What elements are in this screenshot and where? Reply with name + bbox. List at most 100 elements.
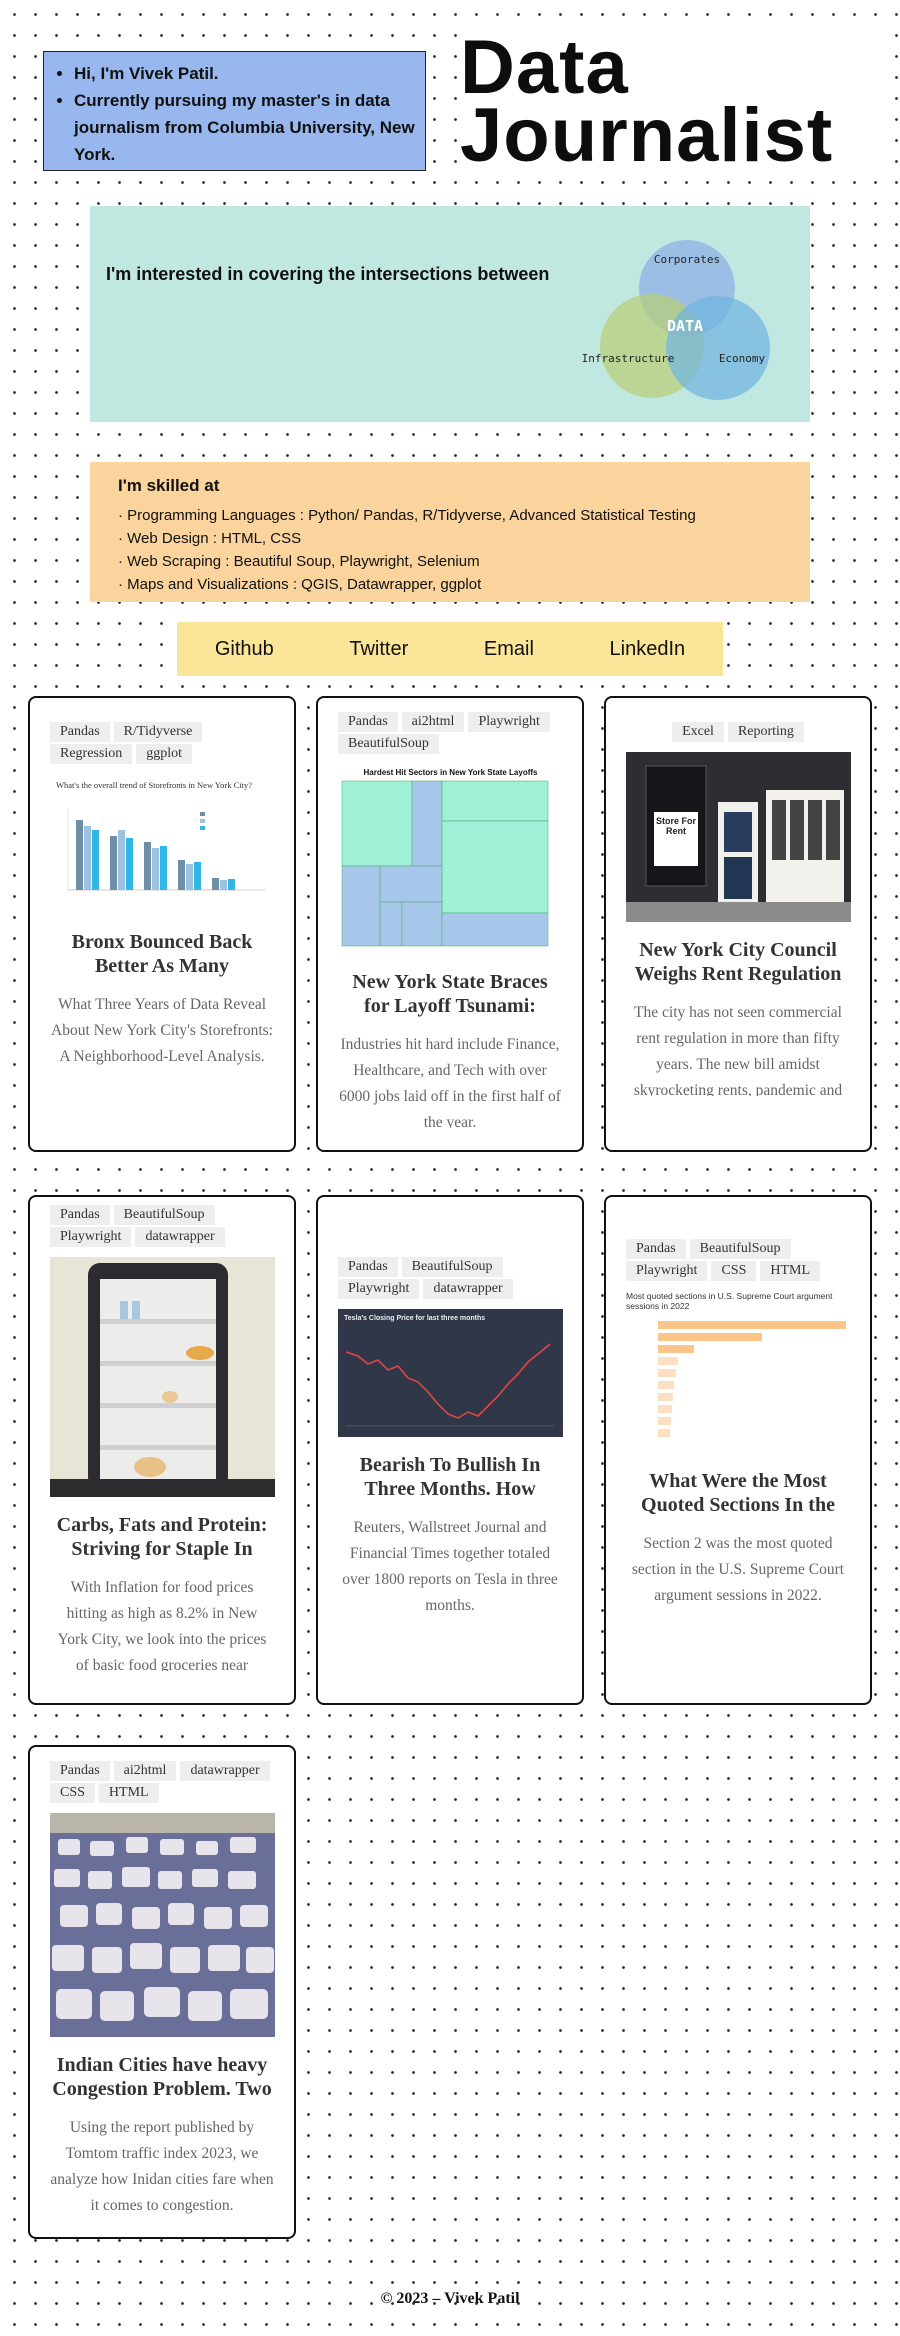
tag: Regression: [50, 744, 133, 764]
tag: datawrapper: [135, 1227, 225, 1247]
skills-title: I'm skilled at: [118, 476, 220, 495]
twitter-link[interactable]: Twitter: [349, 638, 408, 661]
skills-section: I'm skilled at · Programming Languages :…: [90, 462, 810, 602]
tag: Pandas: [338, 1257, 398, 1277]
project-card-supreme-court[interactable]: Pandas BeautifulSoup Playwright CSS HTML…: [604, 1195, 872, 1705]
card-title[interactable]: Carbs, Fats and Protein: Striving for St…: [50, 1513, 274, 1561]
thumbnail-chart-title: What's the overall trend of Storefronts …: [56, 780, 253, 790]
tag-list: Pandas ai2html Playwright BeautifulSoup: [338, 712, 562, 754]
github-link[interactable]: Github: [215, 638, 274, 661]
tag: Playwright: [50, 1227, 132, 1247]
card-title[interactable]: New York City Council Weighs Rent Regula…: [626, 938, 850, 986]
card-description: Section 2 was the most quoted section in…: [631, 1535, 845, 1604]
card-title[interactable]: Indian Cities have heavy Congestion Prob…: [50, 2053, 274, 2101]
hero-title-line1: Data: [460, 25, 629, 110]
email-link[interactable]: Email: [484, 638, 534, 661]
footer-copyright: © 2023 – Vivek Patil: [380, 2290, 520, 2307]
tag: HTML: [760, 1261, 821, 1281]
tag: datawrapper: [180, 1761, 270, 1781]
venn-label-corporates: Corporates: [654, 253, 720, 266]
thumbnail-treemap: [341, 780, 549, 947]
tag: BeautifulSoup: [338, 734, 439, 754]
tag-list: Pandas BeautifulSoup Playwright datawrap…: [338, 1257, 562, 1299]
tag: Playwright: [338, 1279, 420, 1299]
tag: HTML: [98, 1783, 159, 1803]
intro-list: Hi, I'm Vivek Patil. Currently pursuing …: [54, 60, 415, 168]
card-title[interactable]: Bearish To Bullish In Three Months. How: [338, 1453, 562, 1501]
social-links-bar: Github Twitter Email LinkedIn: [177, 622, 723, 676]
tag: datawrapper: [423, 1279, 513, 1299]
tag: ai2html: [401, 712, 465, 732]
card-title[interactable]: What Were the Most Quoted Sections In th…: [626, 1469, 850, 1517]
traffic-photo: [50, 1813, 275, 2037]
fridge-illustration: [50, 1257, 275, 1497]
card-description: With Inflation for food prices hitting a…: [57, 1579, 267, 1671]
thumbnail-line-chart: [345, 1343, 554, 1427]
project-card-food-prices[interactable]: Pandas BeautifulSoup Playwright datawrap…: [28, 1195, 296, 1705]
intro-education: Currently pursuing my master's in data j…: [74, 87, 415, 168]
tag: Pandas: [338, 712, 398, 732]
venn-diagram: Corporates Infrastructure Economy DATA: [582, 240, 770, 400]
card-title[interactable]: Bronx Bounced Back Better As Many: [50, 930, 274, 978]
tag-list: Pandas BeautifulSoup Playwright datawrap…: [50, 1205, 274, 1247]
thumbnail-bar-chart: [67, 808, 265, 891]
card-description: What Three Years of Data Reveal About Ne…: [51, 996, 273, 1065]
skill-line: · Programming Languages : Python/ Pandas…: [118, 507, 696, 524]
project-card-layoffs[interactable]: Pandas ai2html Playwright BeautifulSoup …: [316, 696, 584, 1152]
linkedin-link[interactable]: LinkedIn: [610, 638, 686, 661]
interest-section: I'm interested in covering the intersect…: [90, 206, 810, 422]
card-title[interactable]: New York State Braces for Layoff Tsunami…: [338, 970, 562, 1018]
tag: CSS: [50, 1783, 95, 1803]
project-thumbnail: Tesla's Closing Price for last three mon…: [338, 1309, 563, 1437]
project-thumbnail: What's the overall trend of Storefronts …: [50, 774, 275, 914]
intro-greeting: Hi, I'm Vivek Patil.: [74, 60, 415, 87]
skill-line: · Web Scraping : Beautiful Soup, Playwri…: [118, 553, 480, 570]
thumbnail-chart-title: Tesla's Closing Price for last three mon…: [344, 1315, 486, 1322]
project-thumbnail: Store For Rent: [626, 752, 851, 922]
venn-label-economy: Economy: [719, 352, 766, 365]
tag: BeautifulSoup: [401, 1257, 503, 1277]
card-description: Industries hit hard include Finance, Hea…: [339, 1036, 561, 1128]
tag-list: Pandas R/Tidyverse Regression ggplot: [50, 722, 274, 764]
interest-text: I'm interested in covering the intersect…: [106, 264, 550, 284]
tag: Pandas: [50, 1761, 110, 1781]
tag-list: Excel Reporting: [626, 722, 850, 742]
skill-line: · Web Design : HTML, CSS: [118, 530, 302, 547]
tag: ggplot: [136, 744, 192, 764]
project-card-rent-regulation[interactable]: Excel Reporting Store For Rent New York …: [604, 696, 872, 1152]
project-card-tesla[interactable]: Pandas BeautifulSoup Playwright datawrap…: [316, 1195, 584, 1705]
storefront-photo: [626, 752, 851, 922]
venn-circle-economy: [666, 296, 770, 400]
thumbnail-hbar-chart: [658, 1321, 846, 1437]
tag-list: Pandas ai2html datawrapper CSS HTML: [50, 1761, 274, 1803]
project-card-congestion[interactable]: Pandas ai2html datawrapper CSS HTML Indi…: [28, 1745, 296, 2239]
venn-label-infrastructure: Infrastructure: [582, 352, 675, 365]
project-thumbnail: [50, 1813, 275, 2037]
tag: R/Tidyverse: [113, 722, 203, 742]
for-rent-sign: Store For Rent: [655, 816, 696, 836]
tag: Pandas: [50, 1205, 110, 1225]
skill-line: · Maps and Visualizations : QGIS, Datawr…: [118, 576, 482, 593]
thumbnail-chart-title: Most quoted sections in U.S. Supreme Cou…: [626, 1291, 833, 1311]
hero-title: Data Journalist: [460, 25, 880, 178]
tag: BeautifulSoup: [113, 1205, 215, 1225]
project-thumbnail: Most quoted sections in U.S. Supreme Cou…: [626, 1291, 851, 1453]
tag: CSS: [711, 1261, 757, 1281]
hero-title-line2: Journalist: [460, 93, 834, 178]
intro-box: Hi, I'm Vivek Patil. Currently pursuing …: [43, 51, 426, 171]
thumbnail-chart-title: Hardest Hit Sectors in New York State La…: [363, 768, 538, 777]
project-thumbnail: [50, 1257, 275, 1497]
tag: ai2html: [113, 1761, 177, 1781]
tag: Playwright: [626, 1261, 708, 1281]
card-description: The city has not seen commercial rent re…: [633, 1004, 843, 1096]
tag: Playwright: [468, 712, 550, 732]
card-description: Using the report published by Tomtom tra…: [50, 2119, 274, 2214]
tag: Excel: [672, 722, 724, 742]
project-thumbnail: Hardest Hit Sectors in New York State La…: [338, 764, 563, 956]
project-card-storefronts[interactable]: Pandas R/Tidyverse Regression ggplot Wha…: [28, 696, 296, 1152]
venn-label-center: DATA: [667, 317, 703, 335]
tag: Pandas: [626, 1239, 686, 1259]
tag: Pandas: [50, 722, 110, 742]
tag-list: Pandas BeautifulSoup Playwright CSS HTML: [626, 1239, 850, 1281]
tag: BeautifulSoup: [689, 1239, 791, 1259]
